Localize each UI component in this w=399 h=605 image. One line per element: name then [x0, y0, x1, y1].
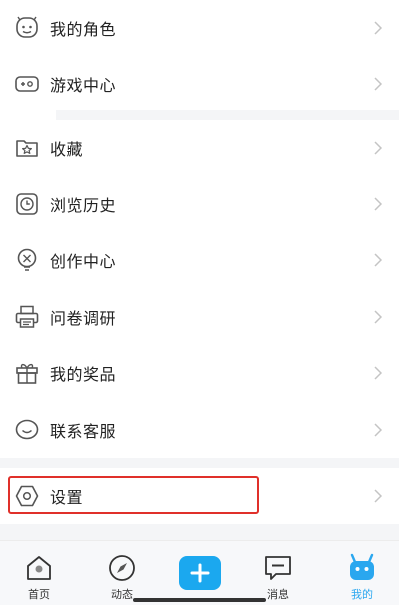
- character-face-icon: [14, 15, 40, 41]
- chevron-right-icon: [373, 140, 383, 156]
- tab-feed[interactable]: 动态: [87, 541, 157, 605]
- menu-item-creator-center[interactable]: 创作中心: [0, 232, 399, 288]
- menu-item-label: 问卷调研: [50, 309, 117, 328]
- chevron-right-icon: [373, 252, 383, 268]
- home-indicator: [133, 598, 266, 602]
- bottom-tab-bar: 首页 动态 消息 我的: [0, 540, 399, 605]
- create-post-button[interactable]: [179, 556, 221, 590]
- plus-icon: [190, 563, 210, 583]
- message-icon: [263, 553, 293, 583]
- menu-item-settings[interactable]: 设置: [0, 468, 399, 524]
- menu-item-label: 游戏中心: [50, 76, 117, 95]
- chevron-right-icon: [373, 422, 383, 438]
- chat-smile-icon: [14, 417, 40, 443]
- gift-box-icon: [14, 360, 40, 386]
- chevron-right-icon: [373, 76, 383, 92]
- menu-item-label: 浏览历史: [50, 196, 117, 215]
- tab-me[interactable]: 我的: [327, 541, 397, 605]
- chevron-right-icon: [373, 196, 383, 212]
- clock-icon: [14, 191, 40, 217]
- menu-item-history[interactable]: 浏览历史: [0, 176, 399, 232]
- menu-item-game-center[interactable]: 游戏中心: [0, 56, 399, 112]
- creator-bulb-icon: [14, 247, 40, 273]
- menu-item-label: 我的角色: [50, 20, 117, 39]
- section-divider: [0, 524, 399, 540]
- menu-item-label: 联系客服: [50, 422, 117, 441]
- gamepad-icon: [14, 71, 40, 97]
- tab-label: 首页: [28, 588, 50, 601]
- chevron-right-icon: [373, 309, 383, 325]
- chevron-right-icon: [373, 365, 383, 381]
- menu-item-my-prizes[interactable]: 我的奖品: [0, 345, 399, 401]
- menu-item-label: 设置: [50, 488, 84, 507]
- chevron-right-icon: [373, 488, 383, 504]
- mascot-icon: [347, 553, 377, 583]
- menu-item-survey[interactable]: 问卷调研: [0, 289, 399, 345]
- tab-label: 我的: [351, 588, 373, 601]
- section-divider: [0, 458, 399, 468]
- menu-item-favorites[interactable]: 收藏: [0, 120, 399, 176]
- home-icon: [24, 553, 54, 583]
- menu-item-label: 收藏: [50, 140, 84, 159]
- compass-icon: [107, 553, 137, 583]
- folder-star-icon: [14, 135, 40, 161]
- menu-item-label: 创作中心: [50, 252, 117, 271]
- menu-item-customer-service[interactable]: 联系客服: [0, 402, 399, 458]
- survey-printer-icon: [14, 304, 40, 330]
- menu-item-label: 我的奖品: [50, 365, 117, 384]
- tab-home[interactable]: 首页: [4, 541, 74, 605]
- menu-item-my-role[interactable]: 我的角色: [0, 0, 399, 56]
- hexagon-gear-icon: [14, 483, 40, 509]
- tab-messages[interactable]: 消息: [243, 541, 313, 605]
- chevron-right-icon: [373, 20, 383, 36]
